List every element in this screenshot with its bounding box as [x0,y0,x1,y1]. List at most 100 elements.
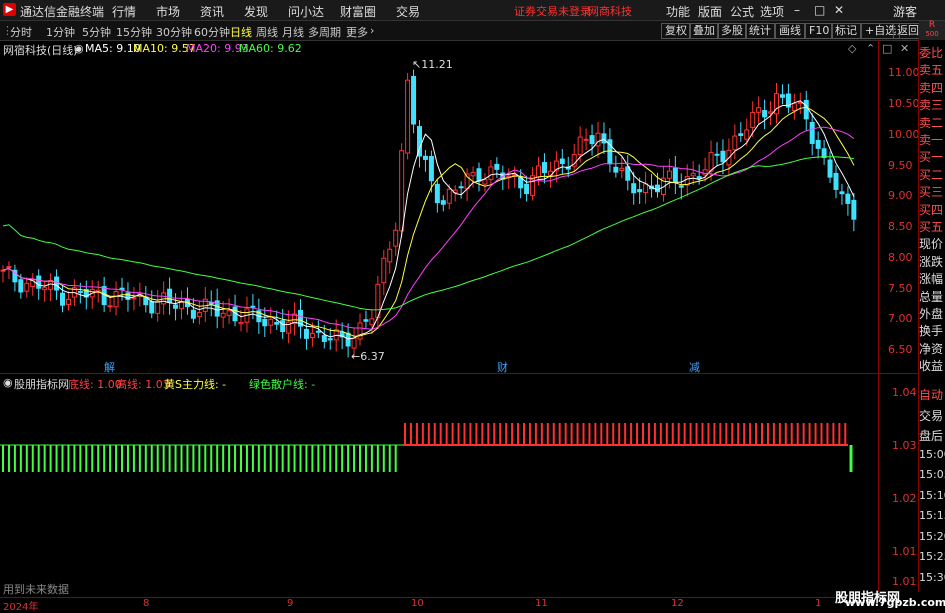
login-notice[interactable]: 证券交易未登录 [514,3,591,19]
period-toolbar: ⋮ 分时 1分钟 5分钟 15分钟 30分钟 60分钟 日线 周线 月线 多周期… [0,21,945,41]
sidebar-time-label: 15:30 [919,570,945,584]
tab-period-daily[interactable]: 日线 [230,24,252,40]
menu-item-trade[interactable]: 交易 [396,3,420,20]
menu-item-news[interactable]: 资讯 [200,3,224,20]
candle-body [577,136,583,156]
tab-period-30min[interactable]: 30分钟 [156,24,192,40]
overlay-button[interactable]: 叠加 [689,23,719,39]
sidebar-label: 卖三 [919,98,944,113]
candle-body [732,135,738,151]
high-arrow-icon: ↖ [412,58,422,71]
menu-item-options[interactable]: 选项 [760,3,784,20]
time-label: 1 [815,598,822,609]
restore-icon[interactable]: □ [814,3,825,17]
candle-body [678,185,684,188]
tab-period-15min[interactable]: 15分钟 [116,24,152,40]
menu-item-quotes[interactable]: 行情 [112,3,136,20]
tab-period-intraday[interactable]: 分时 [10,24,32,40]
tab-period-5min[interactable]: 5分钟 [82,24,111,40]
candle-body [768,111,774,114]
menu-item-wealth[interactable]: 财富圈 [340,3,376,20]
tab-period-60min[interactable]: 60分钟 [194,24,230,40]
candle-body [173,304,179,309]
candle-body [696,176,702,179]
candle-body [666,170,672,179]
candle-body [155,300,161,314]
adjust-price-button[interactable]: 复权 [661,23,691,39]
candle-body [440,200,446,205]
candle-body [321,335,327,342]
candle-body [583,138,589,141]
price-tick: 9.00 [888,189,913,202]
draw-line-button[interactable]: 画线 [775,23,805,39]
f10-button[interactable]: F10 [805,23,834,39]
close-icon[interactable]: ✕ [834,3,844,17]
candle-body [708,152,714,172]
multi-stock-button[interactable]: 多股 [717,23,747,39]
mark-button[interactable]: 标记 [831,23,861,39]
tab-period-more[interactable]: 更多 [346,24,368,40]
sidebar-label: 换手 [919,324,944,339]
sidebar-label: 委比 [919,46,944,60]
candle-body [0,269,6,272]
candle-body [536,165,541,178]
tab-period-monthly[interactable]: 月线 [282,24,304,40]
candle-body [393,229,399,247]
candle-body [345,332,351,347]
candle-body [357,322,363,340]
candle-body [208,302,214,305]
menu-item-market[interactable]: 市场 [156,3,180,20]
candle-body [672,167,678,183]
candle-body [541,162,547,174]
menu-item-ask[interactable]: 问小达 [288,3,324,20]
sidebar-label: 买三 [919,185,944,200]
stats-button[interactable]: 统计 [745,23,775,39]
candle-body [827,159,833,178]
candle-body [446,188,452,204]
price-tick: 7.50 [888,282,913,295]
time-label: 11 [535,598,548,609]
sidebar-time-label: 盘后 [919,429,944,443]
menu-item-discover[interactable]: 发现 [244,3,268,20]
tab-period-1min[interactable]: 1分钟 [46,24,75,40]
menu-item-function[interactable]: 功能 [666,3,690,20]
chevron-right-icon[interactable]: › [370,24,374,37]
tab-period-weekly[interactable]: 周线 [256,24,278,40]
indicator-settings-icon[interactable]: ◉ [3,376,13,389]
candle-body [280,320,286,333]
sidebar-label: 卖一 [919,133,944,147]
sidebar-time-label[interactable]: 自动 [919,386,945,403]
candle-body [131,297,137,300]
menu-item-layout[interactable]: 版面 [698,3,722,20]
candle-body [809,121,815,144]
candle-body [720,150,726,163]
price-axis-line [878,40,879,610]
candle-body [643,183,649,194]
minimize-icon[interactable]: – [794,3,800,17]
sidebar-time-label: 15:15 [919,509,945,522]
candle-body [589,135,595,145]
guest-login[interactable]: 游客 [893,3,917,20]
sidebar-label: 卖二 [919,115,944,130]
price-chart[interactable] [0,40,918,375]
candle-body [750,112,756,128]
panel-divider [0,373,918,374]
tab-period-multi[interactable]: 多周期 [308,24,341,40]
menu-item-formula[interactable]: 公式 [730,3,754,20]
sidebar-label: 涨跌 [919,254,944,269]
candle-body [119,287,125,291]
sidebar-time-label: 15:00 [919,447,945,461]
candle-body [845,193,851,204]
candle-body [149,301,155,314]
r-badge[interactable]: R 500 [919,21,945,40]
indicator-chart[interactable] [0,390,878,600]
candle-body [422,155,428,160]
candle-body [625,166,631,181]
candle-body [476,168,482,182]
r-badge-label: R [928,20,936,30]
price-tick: 6.50 [888,343,913,356]
time-label: 9 [287,598,294,609]
time-label: 12 [671,598,684,609]
sidebar-label: 外盘 [919,307,944,321]
candle-body [381,257,387,284]
